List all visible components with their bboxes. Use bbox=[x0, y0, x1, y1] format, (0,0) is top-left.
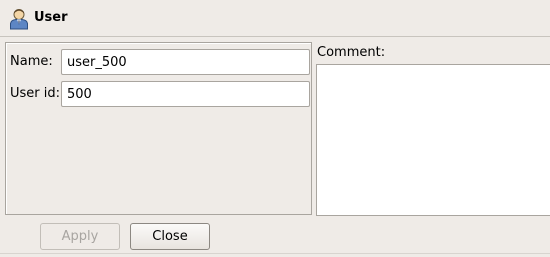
userid-input[interactable] bbox=[61, 81, 310, 107]
dialog-title: User bbox=[34, 10, 68, 25]
name-input[interactable] bbox=[61, 49, 310, 75]
name-label: Name: bbox=[10, 54, 53, 69]
comment-label: Comment: bbox=[317, 45, 386, 60]
user-dialog: User Name: User id: Comment: Apply Close bbox=[0, 0, 550, 257]
comment-textarea[interactable] bbox=[316, 64, 550, 216]
bottom-divider bbox=[0, 253, 550, 254]
user-icon bbox=[10, 9, 28, 30]
apply-button[interactable]: Apply bbox=[40, 223, 120, 250]
userid-label: User id: bbox=[10, 86, 61, 101]
dialog-header: User bbox=[0, 0, 550, 37]
close-button[interactable]: Close bbox=[130, 223, 210, 250]
